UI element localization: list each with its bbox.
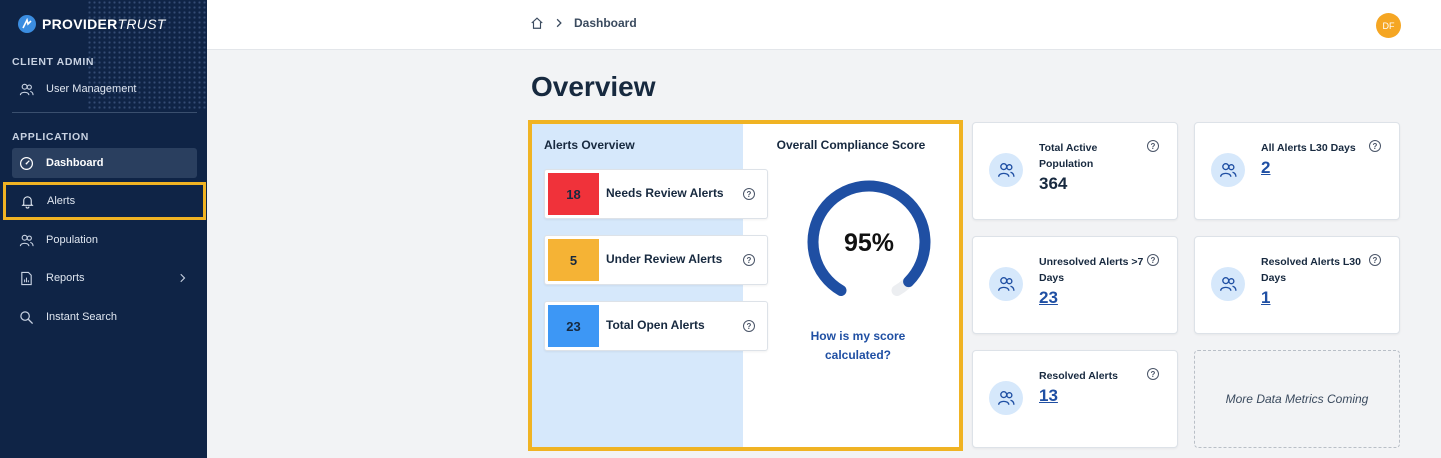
compliance-gauge: 95%	[807, 180, 931, 296]
brand-name: PROVIDERTRUST	[42, 16, 166, 32]
score-link-line: calculated?	[824, 348, 892, 362]
section-label-client-admin: CLIENT ADMIN	[12, 56, 95, 68]
score-link-line: How is my score	[810, 329, 906, 343]
sidebar-item-label: Alerts	[47, 195, 76, 207]
sidebar-item-user-management[interactable]: User Management	[12, 74, 197, 104]
users-icon	[19, 234, 34, 246]
sidebar-item-alerts[interactable]: Alerts	[3, 182, 206, 220]
metric-value-link[interactable]: 13	[1039, 386, 1058, 406]
alerts-overview-title: Alerts Overview	[544, 138, 635, 152]
users-icon	[19, 83, 34, 95]
metric-label: Unresolved Alerts >7 Days	[1039, 256, 1144, 284]
dashboard-icon	[19, 156, 34, 170]
help-icon[interactable]: ?	[1147, 368, 1159, 380]
search-icon	[20, 310, 34, 324]
breadcrumb-current: Dashboard	[574, 16, 637, 30]
sidebar-item-label: Instant Search	[46, 311, 117, 323]
brand-logo[interactable]: PROVIDERTRUST	[18, 15, 166, 33]
metric-unresolved-alerts-7-days[interactable]: Unresolved Alerts >7 Days 23 ?	[972, 236, 1178, 334]
users-icon	[989, 267, 1023, 301]
alert-card-needs-review[interactable]: 18 Needs Review Alerts ?	[544, 169, 768, 219]
users-icon	[1211, 153, 1245, 187]
compliance-score-title: Overall Compliance Score	[776, 138, 926, 152]
metric-resolved-alerts-l30[interactable]: Resolved Alerts L30 Days 1 ?	[1194, 236, 1400, 334]
sidebar-item-label: Dashboard	[46, 157, 104, 169]
sidebar-item-population[interactable]: Population	[12, 225, 197, 255]
metric-label: All Alerts L30 Days	[1261, 142, 1356, 154]
users-icon	[1211, 267, 1245, 301]
sidebar-item-reports[interactable]: Reports	[12, 263, 197, 293]
more-metrics-placeholder: More Data Metrics Coming	[1194, 350, 1400, 448]
alerts-overview: Alerts Overview 18 Needs Review Alerts ?…	[532, 124, 768, 447]
metric-value-link[interactable]: 1	[1261, 288, 1270, 308]
metric-value-link[interactable]: 23	[1039, 288, 1058, 308]
help-icon[interactable]: ?	[1369, 254, 1381, 266]
sidebar: PROVIDERTRUST CLIENT ADMIN User Manageme…	[0, 0, 207, 458]
home-icon[interactable]	[530, 16, 544, 30]
sidebar-divider	[12, 112, 197, 113]
help-icon[interactable]: ?	[1147, 140, 1159, 152]
page-title: Overview	[531, 71, 656, 102]
metric-all-alerts-l30[interactable]: All Alerts L30 Days 2 ?	[1194, 122, 1400, 220]
metric-label: Resolved Alerts	[1039, 370, 1118, 382]
sidebar-item-label: User Management	[46, 83, 137, 95]
bell-icon	[21, 195, 34, 209]
alert-label: Under Review Alerts	[606, 252, 723, 266]
alert-card-total-open[interactable]: 23 Total Open Alerts ?	[544, 301, 768, 351]
alert-label: Total Open Alerts	[606, 318, 705, 332]
sidebar-item-dashboard[interactable]: Dashboard	[12, 148, 197, 178]
users-icon	[989, 381, 1023, 415]
alert-count: 5	[548, 239, 599, 281]
help-icon[interactable]: ?	[743, 188, 755, 200]
sidebar-item-label: Population	[46, 234, 98, 246]
help-icon[interactable]: ?	[1147, 254, 1159, 266]
overview-panel: Alerts Overview 18 Needs Review Alerts ?…	[528, 120, 963, 451]
breadcrumb: Dashboard	[530, 16, 637, 30]
sidebar-item-label: Reports	[46, 272, 85, 284]
alert-card-under-review[interactable]: 5 Under Review Alerts ?	[544, 235, 768, 285]
section-label-application: APPLICATION	[12, 131, 89, 143]
metric-resolved-alerts[interactable]: Resolved Alerts 13 ?	[972, 350, 1178, 448]
logo-icon	[18, 15, 36, 33]
sidebar-item-instant-search[interactable]: Instant Search	[12, 302, 197, 332]
help-icon[interactable]: ?	[743, 254, 755, 266]
avatar[interactable]: DF	[1376, 13, 1401, 38]
compliance-score-value: 95%	[844, 229, 894, 257]
report-icon	[21, 271, 32, 285]
metric-value: 364	[1039, 174, 1068, 193]
metric-label: Resolved Alerts L30 Days	[1261, 256, 1361, 284]
score-calculation-link[interactable]: How is my score calculated?	[743, 327, 973, 365]
chevron-right-icon	[556, 18, 562, 28]
help-icon[interactable]: ?	[1369, 140, 1381, 152]
chevron-right-icon	[180, 273, 186, 283]
metric-value-link[interactable]: 2	[1261, 158, 1270, 178]
alert-label: Needs Review Alerts	[606, 186, 724, 200]
metric-label: Total Active Population	[1039, 142, 1098, 170]
alert-count: 18	[548, 173, 599, 215]
top-bar: Dashboard DF	[207, 0, 1441, 50]
alert-count: 23	[548, 305, 599, 347]
users-icon	[989, 153, 1023, 187]
metric-total-active-population[interactable]: Total Active Population 364 ?	[972, 122, 1178, 220]
